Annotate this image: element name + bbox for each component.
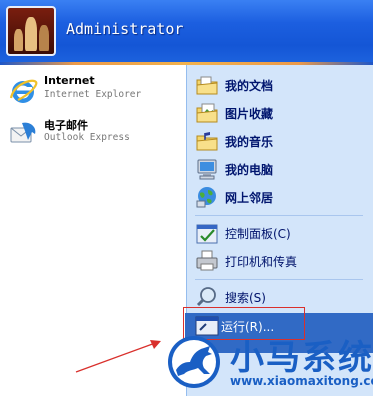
printers-item[interactable]: 打印机和传真 [195, 248, 365, 274]
place-label: 图片收藏 [225, 107, 274, 121]
internet-explorer-icon [9, 79, 38, 103]
my-pictures-icon [196, 103, 218, 123]
pinned-item-email[interactable]: 电子邮件 Outlook Express [6, 115, 184, 153]
menu-separator [195, 215, 363, 216]
pinned-item-title: 电子邮件 [44, 119, 88, 132]
my-music-icon [196, 132, 218, 151]
watermark-url: www.xiaomaxitong.com [230, 374, 373, 388]
pinned-item-subtitle: Internet Explorer [44, 89, 142, 100]
annotation-arrow-icon [75, 340, 161, 373]
watermark-brand: 小马系统 [230, 338, 373, 378]
place-label: 我的文档 [225, 79, 274, 93]
place-label: 我的电脑 [225, 163, 274, 177]
my-computer-icon [197, 159, 217, 180]
search-label: 搜索(S) [225, 291, 266, 305]
user-name: Administrator [66, 20, 184, 38]
start-menu-header: Administrator [0, 0, 373, 65]
pinned-item-internet[interactable]: Internet Internet Explorer [6, 72, 184, 110]
watermark-logo: 小马系统 www.xiaomaxitong.com [162, 328, 373, 396]
place-my-pictures[interactable]: 图片收藏 [195, 100, 365, 126]
place-my-computer[interactable]: 我的电脑 [195, 156, 365, 182]
chess-piece-icon [25, 17, 37, 51]
outlook-express-icon [10, 122, 36, 143]
pinned-item-title: Internet [44, 74, 95, 87]
place-label: 网上邻居 [225, 191, 274, 205]
horse-logo-icon [168, 336, 220, 388]
search-icon [196, 287, 216, 307]
printers-label: 打印机和传真 [225, 255, 298, 269]
pinned-item-subtitle: Outlook Express [44, 132, 130, 143]
place-my-music[interactable]: 我的音乐 [195, 128, 365, 154]
control-panel-label: 控制面板(C) [225, 227, 291, 241]
network-places-icon [196, 187, 216, 208]
control-panel-icon [196, 224, 218, 244]
place-my-documents[interactable]: 我的文档 [195, 72, 365, 98]
place-label: 我的音乐 [225, 135, 274, 149]
control-panel-item[interactable]: 控制面板(C) [195, 220, 365, 246]
printer-icon [196, 250, 218, 271]
chess-piece-icon [14, 29, 23, 51]
chess-piece-icon [39, 25, 49, 51]
menu-separator [195, 279, 363, 280]
user-avatar[interactable] [6, 6, 56, 56]
start-menu: Administrator Internet Internet Explorer… [0, 0, 373, 396]
place-network[interactable]: 网上邻居 [195, 184, 365, 210]
my-documents-icon [196, 76, 218, 95]
